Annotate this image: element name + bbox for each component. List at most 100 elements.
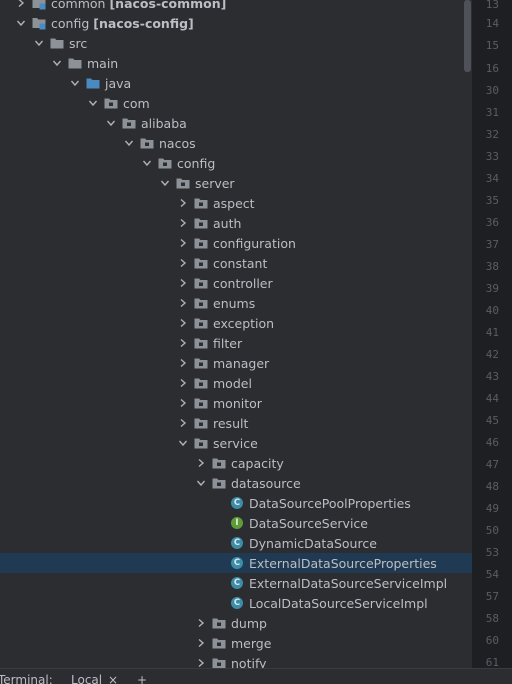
- tree-item-localdatasourceserviceimpl[interactable]: C LocalDataSourceServiceImpl: [0, 593, 472, 613]
- package-icon: [194, 436, 208, 450]
- tree-item-label: constant: [213, 255, 268, 271]
- chevron-right-icon[interactable]: [178, 278, 188, 288]
- package-icon: [194, 316, 208, 330]
- tree-item-model[interactable]: model: [0, 373, 472, 393]
- tree-item-datasourcepoolproperties[interactable]: C DataSourcePoolProperties: [0, 493, 472, 513]
- chevron-down-icon[interactable]: [16, 18, 26, 28]
- chevron-down-icon[interactable]: [88, 98, 98, 108]
- line-number: 46: [485, 436, 499, 449]
- chevron-down-icon[interactable]: [124, 138, 134, 148]
- tree-item-config[interactable]: config: [0, 153, 472, 173]
- tree-item-result[interactable]: result: [0, 413, 472, 433]
- tree-item-label: java: [105, 75, 132, 91]
- add-tab-icon[interactable]: +: [137, 673, 147, 684]
- chevron-right-icon[interactable]: [178, 338, 188, 348]
- line-number: 30: [485, 84, 499, 97]
- project-tree[interactable]: common [nacos-common] config [nacos-config]…: [0, 0, 472, 668]
- tree-item-src[interactable]: src: [0, 33, 472, 53]
- chevron-right-icon[interactable]: [16, 0, 26, 8]
- chevron-right-icon[interactable]: [196, 458, 206, 468]
- package-icon: [194, 296, 208, 310]
- tree-scrollbar[interactable]: [464, 0, 471, 72]
- tree-item-common[interactable]: common [nacos-common]: [0, 0, 472, 13]
- chevron-right-icon[interactable]: [178, 218, 188, 228]
- tree-item-server[interactable]: server: [0, 173, 472, 193]
- chevron-right-icon[interactable]: [178, 358, 188, 368]
- chevron-right-icon[interactable]: [196, 618, 206, 628]
- chevron-right-icon[interactable]: [178, 318, 188, 328]
- tree-item-com[interactable]: com: [0, 93, 472, 113]
- tree-item-service[interactable]: service: [0, 433, 472, 453]
- tree-item-dynamicdatasource[interactable]: C DynamicDataSource: [0, 533, 472, 553]
- chevron-right-icon[interactable]: [178, 418, 188, 428]
- line-number: 36: [485, 216, 499, 229]
- tree-item-label: DynamicDataSource: [249, 535, 377, 551]
- chevron-down-icon[interactable]: [106, 118, 116, 128]
- terminal-tab-label[interactable]: Terminal:: [0, 673, 53, 684]
- close-tab-icon[interactable]: ×: [108, 673, 118, 684]
- chevron-right-icon[interactable]: [178, 398, 188, 408]
- tree-item-config[interactable]: config [nacos-config]: [0, 13, 472, 33]
- tree-item-label: config: [177, 155, 216, 171]
- chevron-right-icon[interactable]: [178, 238, 188, 248]
- tree-item-label: src: [69, 35, 88, 51]
- chevron-right-icon[interactable]: [178, 378, 188, 388]
- module-name: [nacos-common]: [109, 0, 227, 11]
- line-number: 34: [485, 172, 499, 185]
- line-number: 54: [485, 568, 499, 581]
- tree-item-externaldatasourceproperties[interactable]: C ExternalDataSourceProperties: [0, 553, 472, 573]
- tree-item-externaldatasourceserviceimpl[interactable]: C ExternalDataSourceServiceImpl: [0, 573, 472, 593]
- class-icon: C: [230, 576, 244, 590]
- tree-item-label: controller: [213, 275, 273, 291]
- local-tab-label[interactable]: Local: [71, 673, 102, 684]
- tree-item-capacity[interactable]: capacity: [0, 453, 472, 473]
- tree-item-nacos[interactable]: nacos: [0, 133, 472, 153]
- package-icon: [194, 256, 208, 270]
- chevron-down-icon[interactable]: [196, 478, 206, 488]
- tree-item-dump[interactable]: dump: [0, 613, 472, 633]
- tree-item-enums[interactable]: enums: [0, 293, 472, 313]
- tree-item-label: model: [213, 375, 252, 391]
- package-icon: [194, 356, 208, 370]
- chevron-down-icon[interactable]: [160, 178, 170, 188]
- chevron-down-icon[interactable]: [34, 38, 44, 48]
- tree-item-label: ExternalDataSourceProperties: [249, 555, 437, 571]
- line-number: 50: [485, 524, 499, 537]
- tree-item-main[interactable]: main: [0, 53, 472, 73]
- package-icon: [194, 396, 208, 410]
- tree-item-exception[interactable]: exception: [0, 313, 472, 333]
- tree-item-monitor[interactable]: monitor: [0, 393, 472, 413]
- chevron-down-icon[interactable]: [142, 158, 152, 168]
- tree-item-aspect[interactable]: aspect: [0, 193, 472, 213]
- tree-item-label: common [nacos-common]: [51, 0, 226, 11]
- tree-item-label: config [nacos-config]: [51, 15, 194, 31]
- tree-item-filter[interactable]: filter: [0, 333, 472, 353]
- tree-item-controller[interactable]: controller: [0, 273, 472, 293]
- package-icon: [194, 336, 208, 350]
- line-number: 15: [485, 39, 499, 52]
- chevron-right-icon[interactable]: [178, 198, 188, 208]
- tree-item-alibaba[interactable]: alibaba: [0, 113, 472, 133]
- chevron-right-icon[interactable]: [178, 298, 188, 308]
- line-number: 44: [485, 392, 499, 405]
- tree-item-label: com: [123, 95, 150, 111]
- chevron-right-icon[interactable]: [196, 658, 206, 668]
- tree-item-auth[interactable]: auth: [0, 213, 472, 233]
- chevron-down-icon[interactable]: [70, 78, 80, 88]
- package-icon: [212, 636, 226, 650]
- line-number: 38: [485, 260, 499, 273]
- tree-item-constant[interactable]: constant: [0, 253, 472, 273]
- tree-item-manager[interactable]: manager: [0, 353, 472, 373]
- tree-item-datasourceservice[interactable]: I DataSourceService: [0, 513, 472, 533]
- tree-item-merge[interactable]: merge: [0, 633, 472, 653]
- tree-item-java[interactable]: java: [0, 73, 472, 93]
- tree-item-configuration[interactable]: configuration: [0, 233, 472, 253]
- chevron-down-icon[interactable]: [178, 438, 188, 448]
- tree-item-datasource[interactable]: datasource: [0, 473, 472, 493]
- tree-item-notify[interactable]: notify: [0, 653, 472, 668]
- chevron-right-icon[interactable]: [178, 258, 188, 268]
- tree-item-label: service: [213, 435, 258, 451]
- chevron-down-icon[interactable]: [52, 58, 62, 68]
- package-icon: [140, 136, 154, 150]
- chevron-right-icon[interactable]: [196, 638, 206, 648]
